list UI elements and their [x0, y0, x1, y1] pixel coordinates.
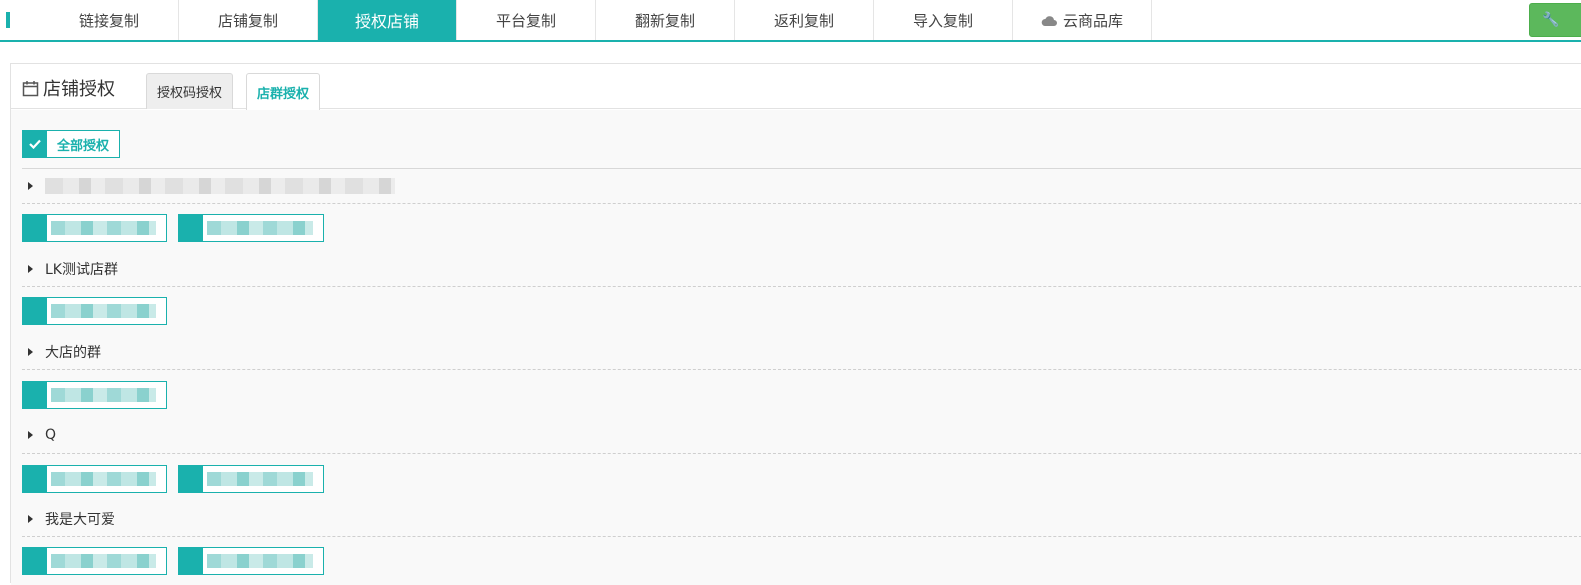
group-row[interactable]: Q [28, 425, 56, 445]
redacted-shop-name [51, 472, 156, 486]
shop-checkbox[interactable] [22, 381, 167, 409]
tab-shop-group[interactable]: 店群授权 [246, 73, 321, 110]
nav-tabs: 链接复制 店铺复制 授权店铺 平台复制 翻新复制 返利复制 导入复制 云商品库 [40, 0, 1152, 40]
check-icon [179, 215, 203, 241]
caret-right-icon [28, 431, 33, 439]
redacted-shop-name [207, 472, 313, 486]
divider [22, 168, 1581, 169]
check-icon [23, 382, 47, 408]
group-row[interactable]: LK测试店群 [28, 259, 118, 279]
cloud-icon [1041, 15, 1057, 26]
tab-platform-copy[interactable]: 平台复制 [457, 0, 596, 40]
divider [22, 369, 1581, 370]
group-name: 大店的群 [45, 345, 101, 361]
shop-checkbox[interactable] [178, 214, 324, 242]
caret-right-icon [28, 515, 33, 523]
group-name: Q [45, 427, 57, 443]
group-row[interactable]: 大店的群 [28, 342, 101, 362]
tab-cloud-library[interactable]: 云商品库 [1013, 0, 1152, 40]
tab-link-copy[interactable]: 链接复制 [40, 0, 179, 40]
select-all-label: 全部授权 [57, 138, 110, 154]
wrench-icon: 🔧 [1542, 12, 1560, 28]
panel-header: 店铺授权 授权码授权 店群授权 [11, 64, 1581, 110]
check-icon [23, 131, 47, 157]
panel-title-text: 店铺授权 [43, 79, 115, 100]
tab-cloud-library-label: 云商品库 [1062, 11, 1123, 30]
divider [22, 203, 1581, 204]
group-row[interactable]: 我是大可爱 [28, 509, 115, 529]
group-name: LK测试店群 [45, 262, 118, 278]
nav-accent-bar [6, 12, 10, 28]
redacted-shop-name [207, 221, 313, 235]
settings-tool-button[interactable]: 🔧 [1529, 3, 1581, 37]
check-icon [23, 215, 47, 241]
divider [22, 453, 1581, 454]
panel-title: 店铺授权 [22, 75, 115, 101]
top-navigation: 链接复制 店铺复制 授权店铺 平台复制 翻新复制 返利复制 导入复制 云商品库 … [0, 0, 1581, 42]
redacted-group-name [45, 178, 395, 194]
tab-shop-copy[interactable]: 店铺复制 [179, 0, 318, 40]
tab-authorized-shops[interactable]: 授权店铺 [318, 0, 457, 40]
shop-auth-panel: 店铺授权 授权码授权 店群授权 全部授权 LK测试店群 大店的群 Q 我是大可爱 [10, 63, 1581, 585]
caret-right-icon [28, 348, 33, 356]
shop-checkbox[interactable] [22, 547, 167, 575]
tab-renovate-copy[interactable]: 翻新复制 [596, 0, 735, 40]
group-row[interactable] [28, 176, 45, 196]
check-icon [179, 466, 203, 492]
check-icon [179, 548, 203, 574]
caret-right-icon [28, 265, 33, 273]
caret-right-icon [28, 182, 33, 190]
shop-checkbox[interactable] [178, 465, 324, 493]
tab-import-copy[interactable]: 导入复制 [874, 0, 1013, 40]
group-name: 我是大可爱 [45, 512, 115, 528]
panel-body: 全部授权 LK测试店群 大店的群 Q 我是大可爱 [11, 110, 1581, 585]
redacted-shop-name [51, 554, 156, 568]
divider [22, 536, 1581, 537]
check-icon [23, 548, 47, 574]
tab-rebate-copy[interactable]: 返利复制 [735, 0, 874, 40]
shop-checkbox[interactable] [22, 214, 167, 242]
divider [22, 286, 1581, 287]
tab-auth-code[interactable]: 授权码授权 [146, 73, 234, 109]
redacted-shop-name [51, 304, 156, 318]
redacted-shop-name [51, 221, 156, 235]
shop-checkbox[interactable] [22, 297, 167, 325]
check-icon [23, 298, 47, 324]
check-icon [23, 466, 47, 492]
shop-checkbox[interactable] [22, 465, 167, 493]
redacted-shop-name [207, 554, 313, 568]
redacted-shop-name [51, 388, 156, 402]
calendar-icon [22, 80, 39, 96]
shop-checkbox[interactable] [178, 547, 324, 575]
select-all-checkbox[interactable]: 全部授权 [22, 130, 121, 158]
